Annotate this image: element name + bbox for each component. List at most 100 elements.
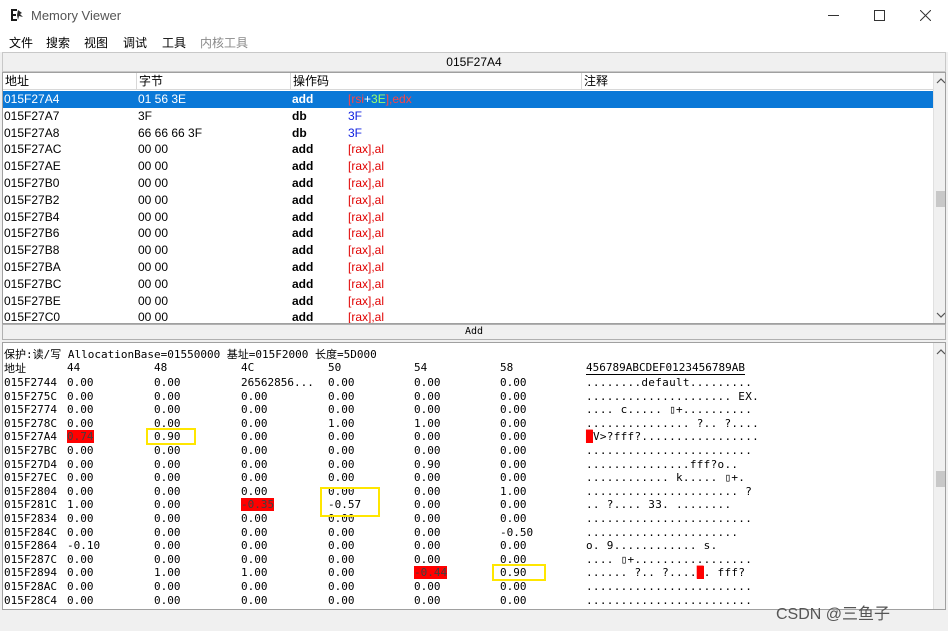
hex-value-cell[interactable]: 1.00 (67, 498, 94, 511)
hex-value-cell[interactable]: 0.00 (414, 403, 441, 416)
hex-value-cell[interactable]: 0.00 (500, 376, 527, 389)
hex-value-cell[interactable]: 0.90 (414, 458, 441, 471)
hex-value-cell[interactable]: 0.00 (500, 580, 527, 593)
hex-value-cell[interactable]: 0.00 (414, 594, 441, 607)
hex-value-cell[interactable]: 0.00 (328, 471, 355, 484)
hex-value-cell[interactable]: 0.00 (154, 444, 181, 457)
hex-value-cell[interactable]: 0.00 (241, 594, 268, 607)
hex-row[interactable]: 015F27D4 0.00 0.00 0.00 0.00 0.90 0.00........… (3, 458, 933, 471)
hex-value-cell[interactable]: 0.00 (241, 553, 268, 566)
hex-value-cell[interactable]: 0.00 (67, 485, 94, 498)
hex-value-cell[interactable]: 0.00 (154, 390, 181, 403)
hex-value-cell[interactable]: 0.00 (328, 444, 355, 457)
hex-value-cell[interactable]: 26562856... (241, 376, 314, 389)
disasm-row[interactable]: 015F27AC 00 00 add [rax],al (3, 141, 933, 158)
hex-value-cell[interactable]: 0.00 (414, 512, 441, 525)
scroll-up-icon[interactable] (936, 347, 946, 357)
hex-value-cell[interactable]: 1.00 (241, 566, 268, 579)
scroll-down-icon[interactable] (936, 310, 946, 320)
hex-value-cell[interactable]: 0.00 (67, 376, 94, 389)
hex-value-cell[interactable]: 0.00 (328, 403, 355, 416)
disasm-row[interactable]: 015F27A7 3F db 3F (3, 108, 933, 125)
hex-value-cell[interactable]: 0.00 (67, 444, 94, 457)
disasm-row[interactable]: 015F27B0 00 00 add [rax],al (3, 175, 933, 192)
hex-value-cell[interactable]: 0.00 (328, 539, 355, 552)
hex-value-cell[interactable]: 0.00 (414, 485, 441, 498)
hex-value-cell[interactable]: -0.50 (500, 526, 533, 539)
hex-row[interactable]: 015F275C 0.00 0.00 0.00 0.00 0.00 0.00........… (3, 390, 933, 403)
hex-row[interactable]: 015F2864 -0.10 0.00 0.00 0.00 0.00 0.00 o. 9..… (3, 539, 933, 552)
hex-value-cell[interactable]: 0.00 (500, 539, 527, 552)
disasm-row[interactable]: 015F27BC 00 00 add [rax],al (3, 276, 933, 293)
hex-value-cell[interactable]: 0.00 (67, 417, 94, 430)
disasm-row[interactable]: 015F27BE 00 00 add [rax],al (3, 293, 933, 310)
hex-value-cell[interactable]: 0.00 (241, 458, 268, 471)
hex-row[interactable]: 015F287C 0.00 0.00 0.00 0.00 0.00 0.00.... ▯+.… (3, 553, 933, 566)
hex-value-cell[interactable]: 0.00 (67, 594, 94, 607)
hex-value-cell[interactable]: 0.00 (154, 512, 181, 525)
disasm-row[interactable]: 015F27B2 00 00 add [rax],al (3, 192, 933, 209)
hex-value-cell[interactable]: 0.00 (328, 526, 355, 539)
hex-value-cell[interactable]: 1.00 (328, 417, 355, 430)
minimize-button[interactable] (810, 0, 856, 30)
column-header-address[interactable]: 地址 (3, 73, 137, 90)
hex-row[interactable]: 015F2744 0.00 0.00 26562856... 0.00 0.00 0.00.… (3, 376, 933, 389)
hex-value-cell[interactable]: 1.00 (154, 566, 181, 579)
disasm-row[interactable]: 015F27C0 00 00 add [rax],al (3, 309, 933, 323)
disasm-row[interactable]: 015F27BA 00 00 add [rax],al (3, 259, 933, 276)
hex-value-cell[interactable]: 0.00 (500, 458, 527, 471)
hex-value-cell[interactable]: 0.00 (328, 553, 355, 566)
hex-row[interactable]: 015F2894 0.00 1.00 1.00 0.00 -0.44 0.90...... … (3, 566, 933, 580)
hex-value-cell[interactable]: 0.00 (328, 594, 355, 607)
hex-value-cell[interactable]: -0.35 (241, 498, 275, 512)
hex-value-cell[interactable]: 0.00 (414, 471, 441, 484)
hex-value-cell[interactable]: 0.00 (500, 417, 527, 430)
hex-value-cell[interactable]: 0.00 (154, 376, 181, 389)
hex-value-cell[interactable]: 0.00 (154, 403, 181, 416)
disasm-row[interactable]: 015F27A4 01 56 3E add [rsi+3E],edx (3, 91, 933, 108)
hex-value-cell[interactable]: 0.00 (328, 430, 355, 443)
hex-value-cell[interactable]: 0.00 (241, 430, 268, 443)
hex-value-cell[interactable]: 0.00 (328, 566, 355, 579)
hex-value-cell[interactable]: 0.00 (414, 444, 441, 457)
hex-value-cell[interactable]: 0.00 (241, 580, 268, 593)
hex-value-cell[interactable]: 0.74 (67, 430, 94, 444)
hex-view[interactable]: 保护:读/写 AllocationBase=01550000 基址=015F20… (2, 342, 946, 610)
hex-value-cell[interactable]: 0.00 (154, 526, 181, 539)
maximize-button[interactable] (856, 0, 902, 30)
hex-value-cell[interactable]: 0.00 (241, 471, 268, 484)
menu-debug[interactable]: 调试 (123, 34, 147, 51)
menu-view[interactable]: 视图 (84, 34, 108, 51)
hex-scroll-thumb[interactable] (936, 471, 945, 487)
column-header-bytes[interactable]: 字节 (137, 73, 291, 90)
hex-value-cell[interactable]: 0.00 (414, 539, 441, 552)
hex-value-cell[interactable]: 0.00 (67, 526, 94, 539)
hex-row[interactable]: 015F2774 0.00 0.00 0.00 0.00 0.00 0.00 .... c..… (3, 403, 933, 416)
hex-value-cell[interactable]: 0.00 (241, 403, 268, 416)
scroll-up-icon[interactable] (936, 76, 946, 86)
hex-value-cell[interactable]: -0.10 (67, 539, 100, 552)
hex-value-cell[interactable]: 0.00 (241, 512, 268, 525)
hex-row[interactable]: 015F28AC 0.00 0.00 0.00 0.00 0.00 0.00........… (3, 580, 933, 593)
close-button[interactable] (902, 0, 948, 30)
disassembler-scroll-thumb[interactable] (936, 191, 945, 207)
hex-value-cell[interactable]: 0.00 (241, 390, 268, 403)
hex-row[interactable]: 015F2834 0.00 0.00 0.00 0.00 0.00 0.00........… (3, 512, 933, 525)
hex-value-cell[interactable]: 0.00 (414, 430, 441, 443)
hex-value-cell[interactable]: 0.00 (414, 580, 441, 593)
hex-value-cell[interactable]: 0.00 (500, 498, 527, 511)
hex-value-cell[interactable]: 0.00 (67, 580, 94, 593)
hex-value-cell[interactable]: 0.00 (154, 594, 181, 607)
hex-value-cell[interactable]: 0.00 (500, 594, 527, 607)
hex-value-cell[interactable]: 0.00 (241, 444, 268, 457)
disassembler-view[interactable]: 地址 字节 操作码 注释 015F27A4 01 56 3E add [rsi+3E]… (2, 72, 946, 324)
hex-value-cell[interactable]: 0.00 (328, 458, 355, 471)
hex-value-cell[interactable]: 0.00 (414, 498, 441, 511)
hex-value-cell[interactable]: 0.00 (67, 566, 94, 579)
hex-value-cell[interactable]: 0.00 (328, 376, 355, 389)
disasm-row[interactable]: 015F27A8 66 66 66 3F db 3F (3, 125, 933, 142)
hex-value-cell[interactable]: 0.00 (154, 485, 181, 498)
hex-value-cell[interactable]: 0.00 (414, 526, 441, 539)
column-header-comment[interactable]: 注释 (582, 73, 933, 90)
hex-value-cell[interactable]: 0.00 (67, 553, 94, 566)
